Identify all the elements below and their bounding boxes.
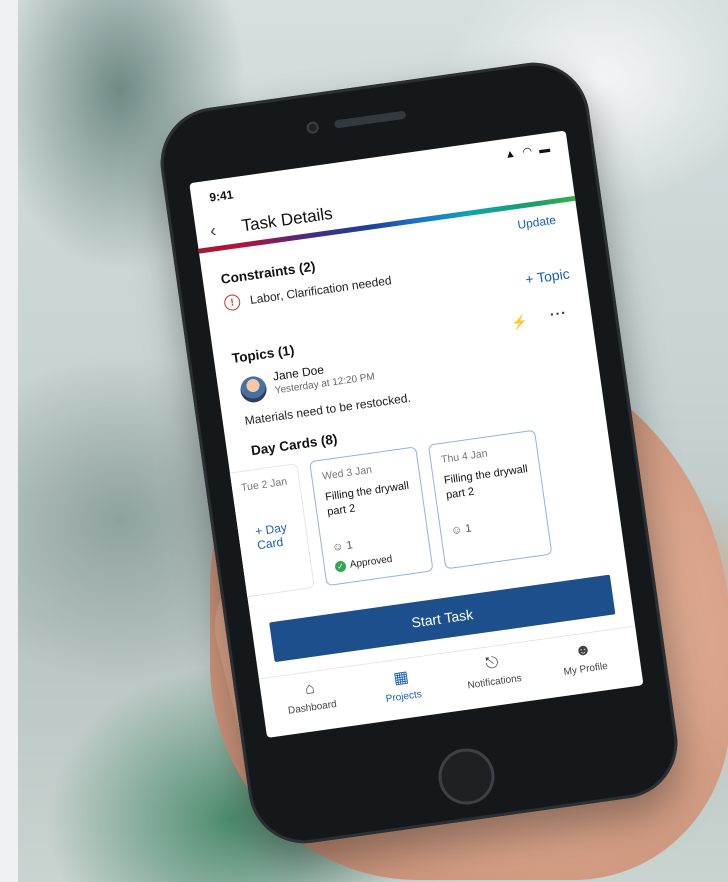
day-card[interactable]: Thu 4 Jan Filling the drywall part 2 ☺ 1 (427, 429, 553, 570)
page-edge (0, 0, 18, 882)
person-icon: ☻ (573, 640, 593, 661)
tab-label: Dashboard (287, 698, 338, 717)
day-cards-heading: Day Cards (8) (250, 431, 339, 459)
card-people-count: 1 (345, 539, 354, 552)
warning-icon: ! (223, 293, 242, 312)
avatar (238, 374, 269, 405)
app-screen: 9:41 ▲ ◠ ▬ ‹ Task Details Update Constra… (189, 130, 644, 738)
person-icon: ☺ (450, 523, 464, 538)
tab-notifications[interactable]: ⎋ Notifications (446, 649, 540, 694)
back-chevron-icon[interactable]: ‹ (209, 220, 218, 242)
day-card[interactable]: Wed 3 Jan Filling the drywall part 2 ☺ 1… (309, 446, 434, 587)
add-day-card-button[interactable]: + Day Card (254, 518, 307, 552)
card-date: Wed 3 Jan (321, 463, 373, 483)
topics-heading: Topics (1) (230, 342, 296, 367)
topic-message: Materials need to be restocked. (243, 390, 412, 428)
tab-label: Notifications (466, 672, 523, 692)
earpiece-speaker (333, 110, 407, 129)
front-camera (305, 120, 320, 135)
tab-projects[interactable]: ▦ Projects (355, 662, 449, 709)
card-people: ☺ 1 (332, 539, 354, 554)
more-options-icon[interactable]: ··· (549, 304, 568, 322)
tab-label: My Profile (562, 660, 609, 678)
card-people-count: 1 (464, 522, 473, 536)
status-badge: ✓ Approved (334, 554, 393, 573)
status-icons: ▲ ◠ ▬ (503, 142, 553, 162)
card-status-label: Approved (349, 553, 394, 571)
home-icon: ⌂ (303, 679, 316, 699)
card-people: ☺ 1 (450, 522, 472, 537)
tab-dashboard[interactable]: ⌂ Dashboard (264, 674, 358, 719)
card-title: Filling the drywall part 2 (324, 479, 410, 519)
check-icon: ✓ (334, 560, 347, 573)
bell-icon: ⎋ (484, 654, 500, 673)
card-date: Tue 2 Jan (240, 475, 288, 495)
home-button[interactable] (434, 744, 499, 809)
person-icon: ☺ (331, 540, 345, 554)
tab-label: Projects (385, 689, 423, 705)
card-date: Thu 4 Jan (440, 447, 489, 466)
update-button[interactable]: Update (517, 213, 557, 232)
tab-my-profile[interactable]: ☻ My Profile (537, 636, 631, 681)
constraints-heading: Constraints (2) (219, 258, 317, 287)
card-title: Filling the drywall part 2 (443, 463, 529, 502)
add-topic-button[interactable]: + Topic (524, 265, 570, 287)
status-time: 9:41 (208, 187, 235, 205)
lightning-icon[interactable]: ⚡ (511, 314, 529, 332)
grid-icon: ▦ (392, 668, 410, 688)
